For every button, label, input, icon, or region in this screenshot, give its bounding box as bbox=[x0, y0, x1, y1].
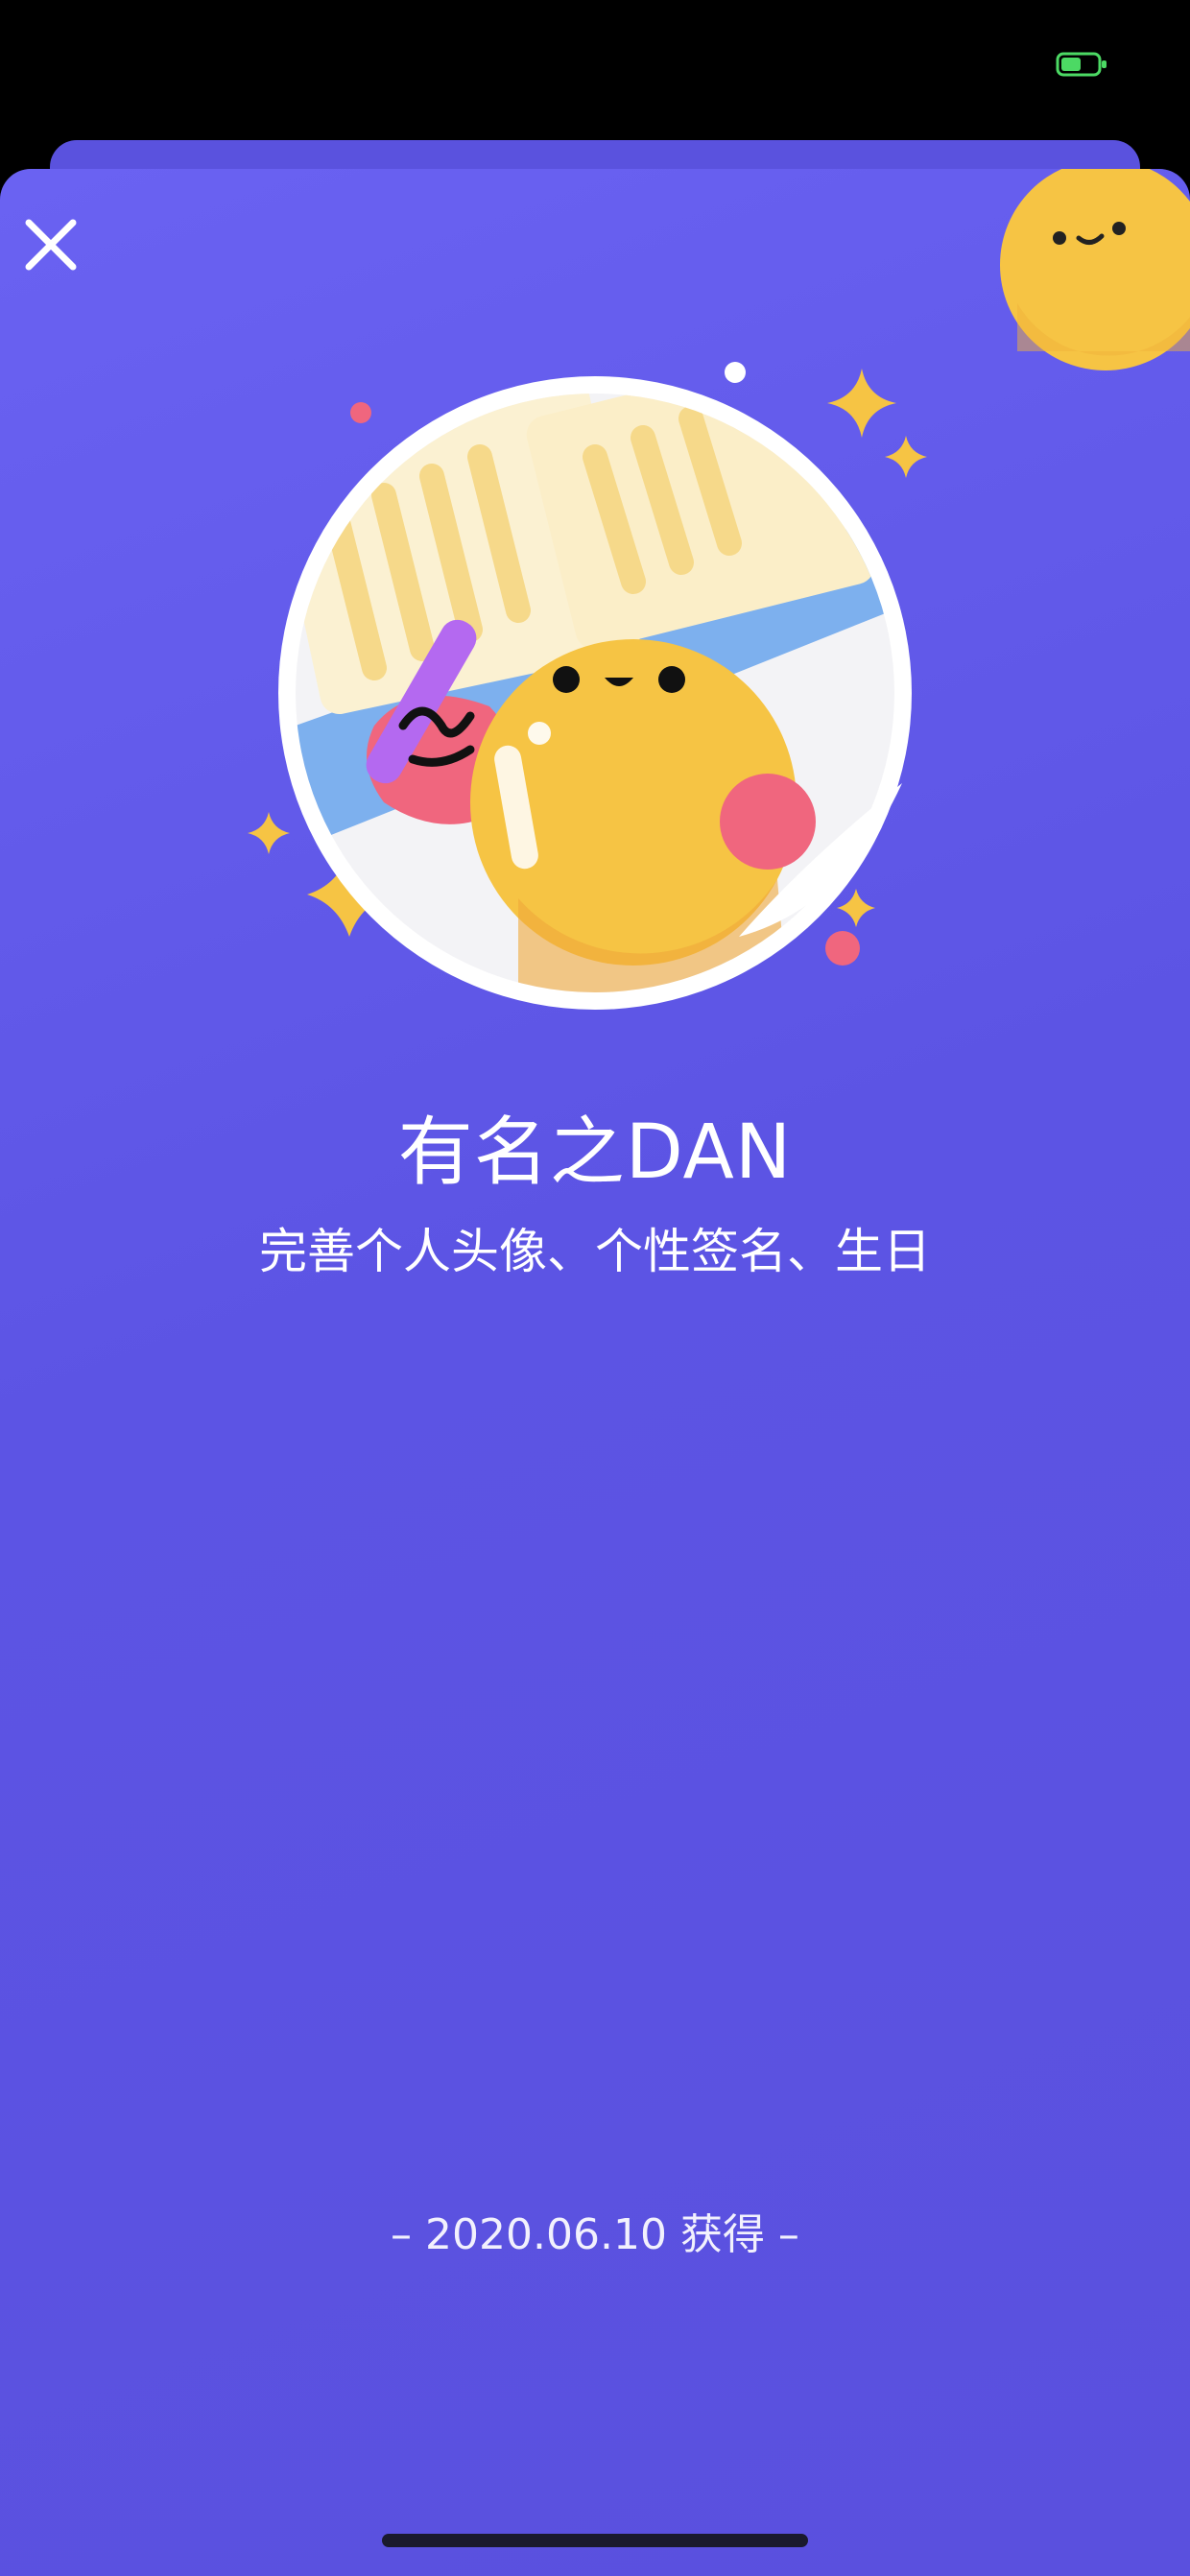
badge-title: 有名之DAN bbox=[397, 1109, 793, 1196]
mascot-face-icon bbox=[1000, 169, 1190, 370]
close-icon[interactable] bbox=[17, 211, 84, 278]
status-bar bbox=[0, 0, 1190, 134]
badge-detail-sheet: 有名之DAN 完善个人头像、个性签名、生日 – 2020.06.10 获得 – bbox=[0, 169, 1190, 2576]
battery-icon bbox=[1056, 52, 1107, 77]
badge-illustration bbox=[248, 362, 927, 1010]
earned-date: – 2020.06.10 获得 – bbox=[391, 2210, 799, 2259]
home-indicator bbox=[382, 2534, 808, 2547]
badge-description: 完善个人头像、个性签名、生日 bbox=[259, 1224, 931, 1279]
